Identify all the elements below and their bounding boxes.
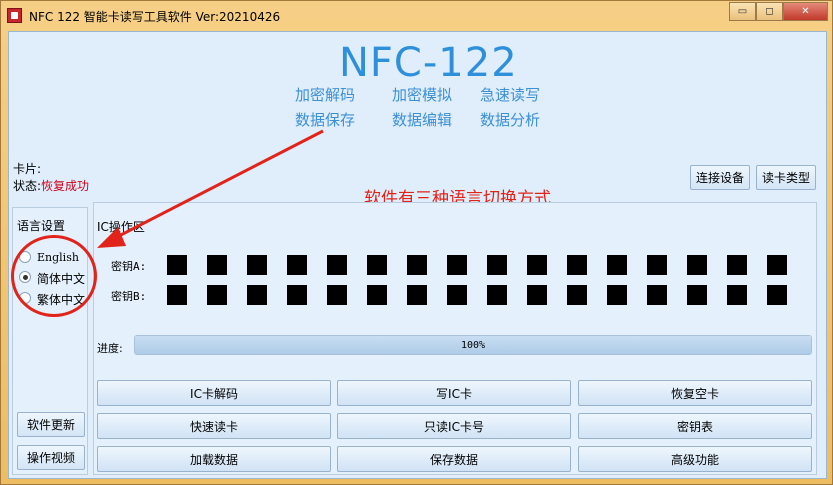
progress-text: 100% bbox=[460, 339, 486, 351]
key-b-byte-6[interactable] bbox=[367, 285, 387, 305]
close-button[interactable]: ✕ bbox=[783, 2, 828, 21]
key-a-byte-1[interactable] bbox=[167, 255, 187, 275]
advanced-button[interactable]: 高级功能 bbox=[578, 446, 812, 472]
feature-data-save: 数据保存 bbox=[295, 111, 356, 129]
key-a-byte-11[interactable] bbox=[567, 255, 587, 275]
connect-device-button[interactable]: 连接设备 bbox=[690, 165, 750, 190]
key-a-byte-6[interactable] bbox=[367, 255, 387, 275]
ic-area-title: IC操作区 bbox=[97, 218, 145, 235]
key-b-byte-9[interactable] bbox=[487, 285, 507, 305]
key-b-label: 密钥B: bbox=[111, 290, 147, 303]
key-b-byte-7[interactable] bbox=[407, 285, 427, 305]
status-value: 恢复成功 bbox=[41, 179, 90, 193]
key-a-byte-9[interactable] bbox=[487, 255, 507, 275]
key-b-byte-12[interactable] bbox=[607, 285, 627, 305]
feature-encrypt-simulate: 加密模拟 bbox=[392, 86, 453, 104]
key-a-byte-14[interactable] bbox=[687, 255, 707, 275]
key-b-byte-5[interactable] bbox=[327, 285, 347, 305]
language-title: 语言设置 bbox=[17, 219, 66, 233]
key-table-button[interactable]: 密钥表 bbox=[578, 413, 812, 439]
status-label: 状态: bbox=[13, 179, 42, 193]
feature-data-edit: 数据编辑 bbox=[392, 111, 453, 129]
key-b-byte-14[interactable] bbox=[687, 285, 707, 305]
key-a-byte-3[interactable] bbox=[247, 255, 267, 275]
load-data-button[interactable]: 加载数据 bbox=[97, 446, 331, 472]
key-b-byte-4[interactable] bbox=[287, 285, 307, 305]
feature-fast-rw: 急速读写 bbox=[480, 86, 541, 104]
progress-label: 进度: bbox=[97, 342, 123, 355]
key-a-byte-12[interactable] bbox=[607, 255, 627, 275]
key-a-byte-16[interactable] bbox=[767, 255, 787, 275]
software-update-button[interactable]: 软件更新 bbox=[17, 412, 85, 437]
key-a-byte-10[interactable] bbox=[527, 255, 547, 275]
key-a-byte-15[interactable] bbox=[727, 255, 747, 275]
feature-encrypt-decode: 加密解码 bbox=[295, 86, 356, 104]
key-b-byte-2[interactable] bbox=[207, 285, 227, 305]
ic-decode-button[interactable]: IC卡解码 bbox=[97, 380, 331, 406]
key-b-byte-11[interactable] bbox=[567, 285, 587, 305]
card-label: 卡片: bbox=[13, 162, 42, 176]
restore-blank-button[interactable]: 恢复空卡 bbox=[578, 380, 812, 406]
operation-video-button[interactable]: 操作视频 bbox=[17, 445, 85, 470]
status-line: 状态:恢复成功 bbox=[13, 177, 89, 194]
key-a-byte-5[interactable] bbox=[327, 255, 347, 275]
brand-title: NFC-122 bbox=[339, 40, 518, 86]
key-b-byte-15[interactable] bbox=[727, 285, 747, 305]
window-title: NFC 122 智能卡读写工具软件 Ver:20210426 bbox=[29, 10, 281, 24]
key-b-byte-1[interactable] bbox=[167, 285, 187, 305]
title-bar[interactable]: NFC 122 智能卡读写工具软件 Ver:20210426 ▭ ◻ ✕ bbox=[1, 1, 833, 31]
key-a-label: 密钥A: bbox=[111, 260, 147, 273]
app-window: NFC 122 智能卡读写工具软件 Ver:20210426 ▭ ◻ ✕ NFC… bbox=[0, 0, 833, 485]
key-a-byte-4[interactable] bbox=[287, 255, 307, 275]
progress-bar: 100% bbox=[134, 335, 812, 355]
maximize-button[interactable]: ◻ bbox=[756, 2, 783, 21]
write-ic-button[interactable]: 写IC卡 bbox=[337, 380, 571, 406]
app-icon bbox=[7, 8, 22, 23]
key-b-byte-8[interactable] bbox=[447, 285, 467, 305]
minimize-button[interactable]: ▭ bbox=[729, 2, 756, 21]
save-data-button[interactable]: 保存数据 bbox=[337, 446, 571, 472]
ic-operation-panel: IC操作区 密钥A: 密钥B: 进度: 100% IC卡解码 写IC卡 恢复空卡… bbox=[93, 202, 817, 475]
key-b-byte-3[interactable] bbox=[247, 285, 267, 305]
key-b-byte-13[interactable] bbox=[647, 285, 667, 305]
key-a-byte-7[interactable] bbox=[407, 255, 427, 275]
key-a-byte-2[interactable] bbox=[207, 255, 227, 275]
quick-read-button[interactable]: 快速读卡 bbox=[97, 413, 331, 439]
key-b-byte-16[interactable] bbox=[767, 285, 787, 305]
feature-data-analysis: 数据分析 bbox=[480, 111, 541, 129]
key-a-byte-13[interactable] bbox=[647, 255, 667, 275]
key-b-byte-10[interactable] bbox=[527, 285, 547, 305]
window-controls: ▭ ◻ ✕ bbox=[729, 2, 828, 21]
read-card-id-button[interactable]: 只读IC卡号 bbox=[337, 413, 571, 439]
annotation-ellipse bbox=[11, 235, 97, 317]
client-area: NFC-122 加密解码 加密模拟 急速读写 数据保存 数据编辑 数据分析 卡片… bbox=[8, 31, 827, 479]
key-a-byte-8[interactable] bbox=[447, 255, 467, 275]
card-type-button[interactable]: 读卡类型 bbox=[756, 165, 816, 190]
